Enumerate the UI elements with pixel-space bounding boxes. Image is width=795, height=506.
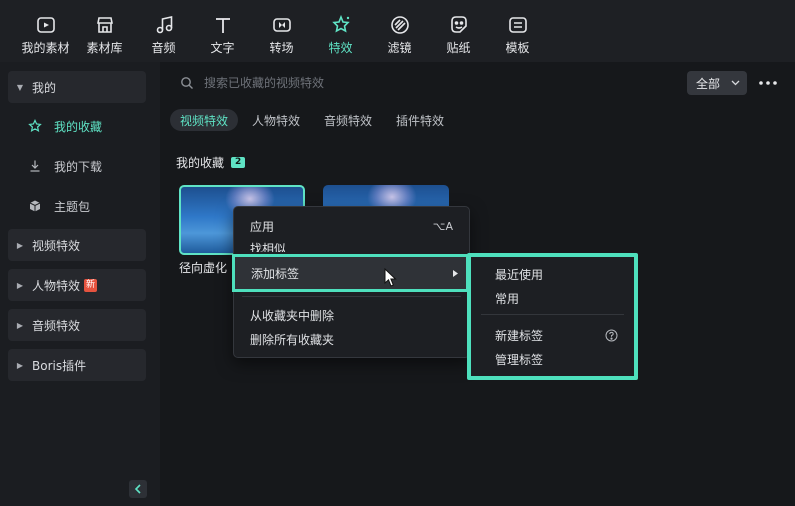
template-icon bbox=[508, 17, 527, 33]
sidebar-item-label: 视频特效 bbox=[32, 238, 81, 253]
toolbar-item-filter[interactable]: 滤镜 bbox=[370, 0, 429, 62]
menu-item-label: 添加标签 bbox=[251, 266, 300, 281]
caret-right-icon: ▶ bbox=[16, 240, 24, 250]
toolbar-label: 文字 bbox=[210, 41, 235, 55]
store-icon bbox=[96, 17, 113, 33]
menu-item-common[interactable]: 常用 bbox=[471, 287, 634, 309]
sidebar-item-label: 我的 bbox=[32, 80, 57, 95]
menu-item-manage-tags[interactable]: 管理标签 bbox=[471, 348, 634, 370]
menu-item-add-tag[interactable]: 添加标签 bbox=[232, 254, 469, 292]
section-title: 我的收藏 bbox=[176, 156, 225, 170]
count-badge: 2 bbox=[231, 157, 246, 168]
star-icon bbox=[28, 119, 42, 132]
download-icon bbox=[30, 160, 40, 172]
menu-item-remove-from-folder[interactable]: 从收藏夹中删除 bbox=[234, 304, 469, 326]
media-icon bbox=[36, 17, 55, 33]
sidebar-item-label: 我的收藏 bbox=[54, 119, 103, 134]
caret-down-icon: ▼ bbox=[16, 82, 24, 92]
sidebar-item-boris[interactable]: ▶ Boris插件 bbox=[8, 349, 146, 381]
music-note-icon bbox=[156, 16, 172, 34]
search-input[interactable] bbox=[204, 72, 584, 94]
toolbar-label: 我的素材 bbox=[21, 41, 70, 55]
sidebar-item-mine[interactable]: ▼ 我的 bbox=[8, 71, 146, 103]
sticker-icon bbox=[450, 16, 467, 33]
text-icon bbox=[215, 18, 230, 33]
mouse-cursor-icon bbox=[384, 268, 397, 287]
sidebar-item-person-effects[interactable]: ▶ 人物特效 新 bbox=[8, 269, 146, 301]
menu-item-remove-all[interactable]: 删除所有收藏夹 bbox=[234, 328, 469, 350]
filter-icon bbox=[390, 16, 409, 34]
menu-item-new-tag[interactable]: 新建标签 bbox=[471, 324, 634, 346]
toolbar-label: 特效 bbox=[328, 41, 353, 55]
toolbar-label: 音频 bbox=[151, 41, 176, 55]
toolbar-item-transition[interactable]: 转场 bbox=[252, 0, 311, 62]
toolbar-item-sticker[interactable]: 贴纸 bbox=[429, 0, 488, 62]
toolbar-label: 转场 bbox=[269, 41, 294, 55]
collapse-sidebar-button[interactable] bbox=[129, 480, 147, 498]
section-header: 我的收藏 2 bbox=[176, 154, 246, 171]
tab-audio-effects[interactable]: 音频特效 bbox=[314, 109, 382, 131]
sidebar-item-theme-pack[interactable]: 主题包 bbox=[28, 194, 90, 218]
sidebar-item-downloads[interactable]: 我的下载 bbox=[28, 154, 102, 178]
menu-item-label: 从收藏夹中删除 bbox=[250, 308, 335, 323]
sidebar-item-audio-effects[interactable]: ▶ 音频特效 bbox=[8, 309, 146, 341]
thumbnail-label: 径向虚化 bbox=[179, 261, 228, 275]
shortcut-label: ⌥A bbox=[432, 219, 453, 233]
filter-dropdown[interactable]: 全部 bbox=[687, 71, 747, 95]
new-badge: 新 bbox=[84, 278, 98, 292]
caret-right-icon: ▶ bbox=[16, 320, 24, 330]
toolbar-label: 模板 bbox=[505, 41, 530, 55]
menu-item-label: 新建标签 bbox=[495, 328, 544, 343]
toolbar-label: 滤镜 bbox=[387, 41, 412, 55]
sidebar-item-favorites[interactable]: 我的收藏 bbox=[28, 114, 102, 138]
toolbar-label: 贴纸 bbox=[446, 41, 471, 55]
chevron-left-icon bbox=[134, 484, 141, 494]
toolbar-item-stock[interactable]: 素材库 bbox=[75, 0, 134, 62]
toolbar-item-my-media[interactable]: 我的素材 bbox=[16, 0, 75, 62]
tab-person-effects[interactable]: 人物特效 bbox=[242, 109, 310, 131]
filter-value: 全部 bbox=[696, 76, 721, 91]
menu-item-label: 删除所有收藏夹 bbox=[250, 332, 335, 347]
toolbar-item-audio[interactable]: 音频 bbox=[134, 0, 193, 62]
menu-item-label: 找相似 bbox=[250, 242, 287, 252]
sidebar-item-label: Boris插件 bbox=[32, 358, 87, 373]
category-tabs: 视频特效 人物特效 音频特效 插件特效 bbox=[170, 109, 458, 133]
more-options-icon[interactable] bbox=[758, 77, 778, 89]
toolbar-item-template[interactable]: 模板 bbox=[488, 0, 547, 62]
menu-item-find-similar[interactable]: 找相似 bbox=[234, 236, 469, 252]
search-bar: 全部 bbox=[160, 70, 795, 96]
effects-icon bbox=[331, 14, 350, 33]
toolbar-item-text[interactable]: 文字 bbox=[193, 0, 252, 62]
caret-right-icon: ▶ bbox=[16, 280, 24, 290]
toolbar-label: 素材库 bbox=[86, 41, 123, 55]
tag-submenu: 最近使用 常用 新建标签 管理标签 bbox=[467, 253, 638, 380]
tab-plugin-effects[interactable]: 插件特效 bbox=[386, 109, 454, 131]
transition-icon bbox=[272, 18, 291, 32]
context-menu: 应用 ⌥A 找相似 添加标签 从收藏夹中删除 删除所有收藏夹 bbox=[232, 206, 470, 358]
tab-video-effects[interactable]: 视频特效 bbox=[170, 109, 239, 131]
chevron-down-icon bbox=[731, 80, 740, 86]
sidebar-item-label: 人物特效 bbox=[32, 278, 81, 293]
toolbar-item-effects[interactable]: 特效 bbox=[311, 0, 370, 62]
sidebar-item-label: 我的下载 bbox=[54, 159, 103, 174]
box-icon bbox=[29, 200, 41, 212]
menu-item-recent[interactable]: 最近使用 bbox=[471, 263, 634, 285]
top-toolbar: 我的素材 素材库 音频 文字 转场 特效 滤镜 贴纸 模板 bbox=[0, 0, 795, 62]
search-icon bbox=[181, 77, 193, 89]
sidebar: ▼ 我的 我的收藏 我的下载 主题包 ▶ 视频特效 ▶ 人物特效 新 ▶ 音频特… bbox=[0, 62, 160, 506]
menu-item-apply[interactable]: 应用 ⌥A bbox=[234, 215, 469, 237]
sidebar-item-label: 主题包 bbox=[54, 199, 91, 214]
submenu-arrow-icon bbox=[453, 270, 458, 277]
sidebar-item-label: 音频特效 bbox=[32, 318, 81, 333]
help-icon[interactable] bbox=[605, 329, 618, 342]
menu-divider bbox=[242, 296, 461, 297]
menu-item-label: 应用 bbox=[250, 219, 275, 234]
menu-divider bbox=[481, 314, 624, 315]
caret-right-icon: ▶ bbox=[16, 360, 24, 370]
sidebar-item-video-effects[interactable]: ▶ 视频特效 bbox=[8, 229, 146, 261]
